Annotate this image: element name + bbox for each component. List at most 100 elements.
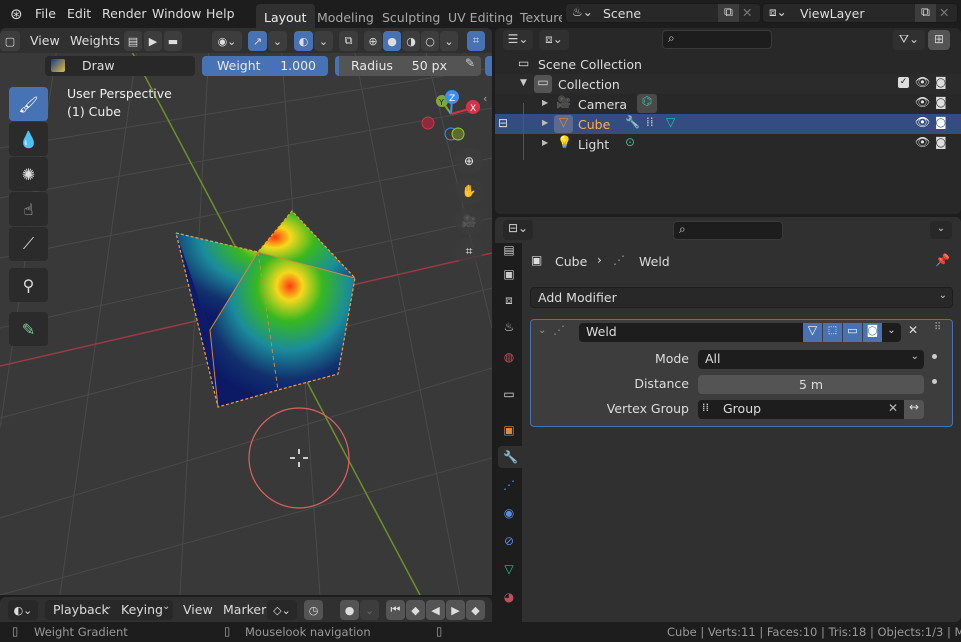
play-icon[interactable]: ▶ [446, 600, 465, 620]
render-camera-icon[interactable]: ◙ [935, 115, 947, 129]
record-dropdown-icon[interactable]: ⌄ [360, 600, 379, 620]
view-layer-name[interactable]: ViewLayer [800, 6, 865, 21]
workspace-tab-uv-editing[interactable]: UV Editing [440, 4, 521, 28]
jump-start-icon[interactable]: ⏮ [386, 600, 405, 620]
outliner-row-light[interactable]: ▶ 💡 Light ⊙ 👁 ◙ [495, 134, 961, 154]
render-toggle-icon[interactable]: ◙ [863, 323, 882, 342]
wrench-icon[interactable]: 🔧 [625, 115, 640, 129]
playback-menu[interactable]: Playback [53, 602, 109, 617]
delete-scene-icon[interactable]: ✕ [742, 5, 752, 20]
workspace-tab-layout[interactable]: Layout [256, 4, 315, 28]
tab-view-layer[interactable]: ♨ [498, 316, 520, 338]
invert-vertex-group-icon[interactable]: ↔ [904, 400, 924, 419]
edit-mode-toggle-icon[interactable]: ▽ [803, 323, 822, 342]
zoom-view-button[interactable]: ⊕ [455, 147, 483, 175]
tool-sample-weight[interactable]: ⚲ [9, 268, 48, 302]
marker-menu[interactable]: Marker [223, 602, 266, 617]
properties-search-input[interactable]: ⌕ [673, 221, 783, 240]
collapse-chevron-icon[interactable]: ⌄ [538, 325, 546, 336]
new-scene-icon[interactable]: ⧉ [718, 4, 739, 22]
vertex-group-field[interactable]: ⁞⁞ Group ✕ [698, 400, 904, 419]
visibility-selector-icon[interactable]: ◉⌄ [212, 31, 242, 51]
tool-annotate[interactable]: ✎ [9, 312, 48, 346]
overlay-dropdown-icon[interactable]: ⌄ [314, 31, 333, 51]
viewport-menu-view[interactable]: View [30, 33, 60, 48]
vertex-groups-icon[interactable]: ⁞⁞ [646, 115, 654, 129]
collection-label[interactable]: Collection [558, 77, 620, 92]
brush-name[interactable]: Draw [82, 58, 115, 73]
timeline-view-menu[interactable]: View [183, 602, 213, 617]
3d-viewport[interactable]: Z X Y ▢ View Weights ▤ ▶ ▬ ◉⌄ ↗ ⌄ ◐ ⌄ ⧉ … [0, 28, 492, 595]
new-view-layer-icon[interactable]: ⧉ [915, 4, 936, 22]
outliner-row-camera[interactable]: ▶ 🎥 Camera ⌬ 👁 ◙ [495, 94, 961, 114]
render-camera-icon[interactable]: ◙ [935, 95, 947, 109]
light-data-icon[interactable]: ⊙ [625, 135, 635, 149]
tool-gradient[interactable]: ⟋ [9, 227, 48, 261]
tab-output[interactable]: ⧈ [498, 289, 520, 311]
render-camera-icon[interactable]: ◙ [935, 135, 947, 149]
scene-collection-label[interactable]: Scene Collection [538, 57, 642, 72]
options-dropdown-icon[interactable]: ⌄ [930, 221, 952, 239]
keying-menu[interactable]: Keying [121, 602, 163, 617]
pan-view-button[interactable]: ✋ [455, 177, 483, 205]
visibility-eye-icon[interactable]: 👁 [915, 75, 930, 89]
properties-editor-type-icon[interactable]: ⊟⌄ [503, 220, 533, 240]
shading-dropdown-icon[interactable]: ⌄ [440, 31, 458, 51]
folder-icon[interactable]: ▬ [164, 31, 182, 51]
blender-logo-icon[interactable]: ⊛ [10, 5, 23, 23]
material-shading-icon[interactable]: ◑ [402, 31, 420, 51]
gizmo-dropdown-icon[interactable]: ⌄ [268, 31, 287, 51]
light-label[interactable]: Light [578, 137, 609, 152]
next-keyframe-icon[interactable]: ◆ [466, 600, 485, 620]
tool-blur[interactable]: 💧 [9, 122, 48, 156]
modifier-name-input[interactable]: Weld [579, 323, 803, 342]
tab-material[interactable]: ◕ [498, 586, 520, 608]
weight-slider[interactable]: Weight 1.000 [202, 56, 328, 76]
camera-data-icon[interactable]: ⌬ [637, 94, 657, 113]
tool-smear[interactable]: ☝ [9, 192, 48, 226]
keyframe-type-icon[interactable]: ◇⌄ [267, 600, 297, 620]
add-modifier-button[interactable]: Add Modifier ⌄ [530, 287, 953, 308]
strength-slider-edge[interactable] [485, 56, 492, 76]
visibility-eye-icon[interactable]: 👁 [915, 95, 930, 109]
brush-selector[interactable]: Draw [45, 56, 195, 76]
expand-triangle-icon[interactable]: ▶ [542, 118, 548, 127]
menu-file[interactable]: File [35, 6, 56, 21]
overlay-toggle-icon[interactable]: ◐ [294, 31, 313, 51]
distance-field[interactable]: 5 m [698, 375, 924, 394]
workspace-tab-sculpting[interactable]: Sculpting [374, 4, 448, 28]
clear-field-icon[interactable]: ✕ [888, 401, 898, 415]
outliner-row-scene-collection[interactable]: ▭ Scene Collection [495, 54, 961, 74]
record-icon[interactable]: ● [340, 600, 359, 620]
exclude-checkbox[interactable]: ✓ [898, 77, 909, 88]
remove-modifier-icon[interactable]: ✕ [908, 323, 918, 337]
menu-render[interactable]: Render [102, 6, 147, 21]
viewport-menu-weights[interactable]: Weights [70, 33, 120, 48]
expand-triangle-icon[interactable]: ▶ [542, 98, 548, 107]
weight-value[interactable]: 1.000 [280, 58, 316, 73]
solid-shading-icon[interactable]: ● [383, 31, 401, 51]
tool-draw[interactable]: 🖌 [9, 87, 48, 121]
new-collection-icon[interactable]: ⊞ [928, 30, 950, 50]
outliner-editor-type-icon[interactable]: ☰⌄ [503, 30, 533, 50]
gizmo-toggle-icon[interactable]: ↗ [248, 31, 267, 51]
mesh-data-icon[interactable]: ▽ [666, 115, 675, 129]
cube-mesh[interactable] [175, 210, 356, 408]
prev-keyframe-icon[interactable]: ◆ [406, 600, 425, 620]
cube-label[interactable]: Cube [578, 117, 610, 132]
delete-view-layer-icon[interactable]: ✕ [939, 5, 949, 20]
menu-help[interactable]: Help [206, 6, 235, 21]
tab-tool[interactable]: ▤ [498, 239, 520, 261]
radius-slider[interactable]: Radius 50 px [335, 56, 459, 76]
pressure-pen-icon[interactable]: ✎ [459, 56, 481, 76]
display-mode-icon[interactable]: ⧈⌄ [539, 30, 569, 50]
viewport-display-toggle-icon[interactable]: ▭ [843, 323, 862, 342]
menu-edit[interactable]: Edit [67, 6, 91, 21]
ortho-toggle-button[interactable]: ⌗ [455, 237, 483, 265]
xray-toggle-icon[interactable]: ⧉ [339, 31, 358, 51]
rendered-shading-icon[interactable]: ○ [421, 31, 439, 51]
keyframe-dot-icon[interactable] [932, 379, 937, 384]
visibility-eye-icon[interactable]: 👁 [915, 135, 930, 149]
tab-render[interactable]: ▣ [498, 263, 520, 285]
tab-data[interactable]: ▽ [498, 558, 520, 580]
